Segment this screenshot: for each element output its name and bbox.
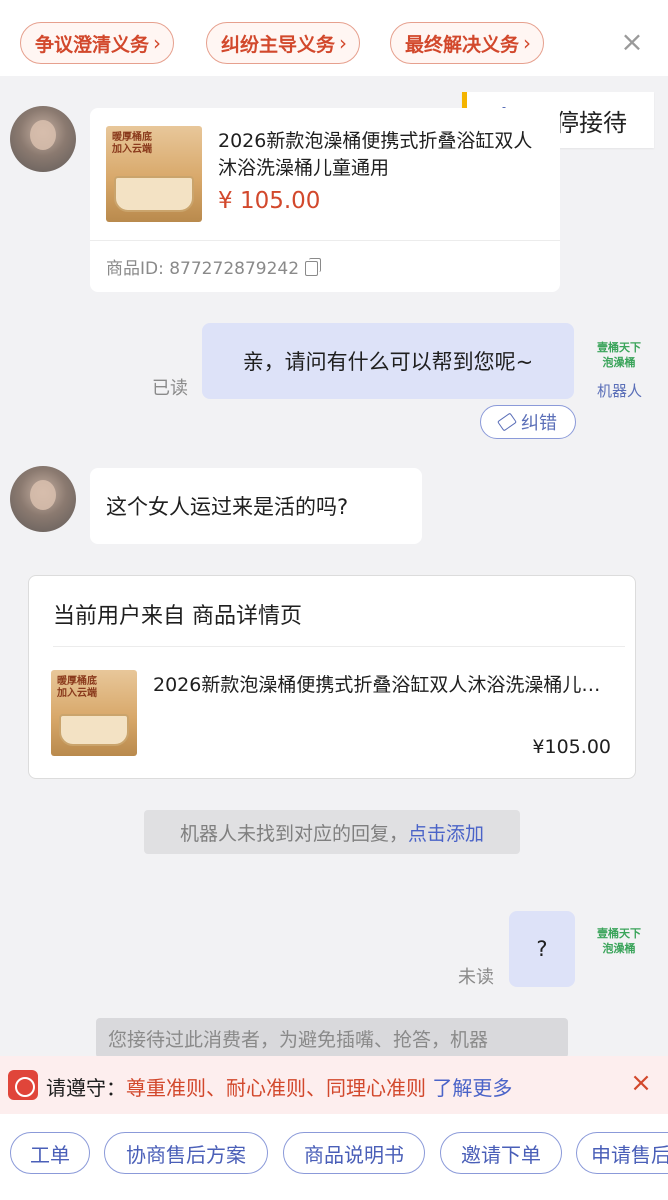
system-notice: 机器人未找到对应的回复， 点击添加 [144, 810, 520, 854]
chevron-right-icon: › [339, 31, 348, 55]
product-card-message[interactable]: 暖厚桶底 加入云端 2026新款泡澡桶便携式折叠浴缸双人沐浴洗澡桶儿童通用 ¥ … [90, 108, 560, 292]
rules-text: 请遵守：尊重准则、耐心准则、同理心准则 了解更多 [46, 1072, 512, 1101]
eraser-icon [497, 412, 517, 432]
shop-logo-icon: 壹桶天下 泡澡桶 [597, 341, 641, 369]
shop-logo-icon: 壹桶天下 泡澡桶 [597, 927, 641, 955]
shop-logo-icon [8, 1070, 38, 1100]
product-id-row: 商品ID: 877272879242 [106, 254, 322, 279]
divider [53, 646, 625, 647]
divider [90, 240, 560, 241]
duty-chips-bar: 争议澄清义务 › 纠纷主导义务 › 最终解决义务 › × [0, 0, 668, 76]
customer-message-bubble: 这个女人运过来是活的吗? [90, 468, 422, 544]
add-reply-link[interactable]: 点击添加 [408, 819, 484, 846]
source-product-title: 2026新款泡澡桶便携式折叠浴缸双人沐浴洗澡桶儿童通用 [153, 674, 613, 696]
duty-chip-dispute-clarify[interactable]: 争议澄清义务 › [20, 22, 175, 64]
copy-icon[interactable] [305, 258, 322, 276]
product-thumbnail: 暖厚桶底 加入云端 [51, 670, 137, 756]
thumbnail-caption: 暖厚桶底 加入云端 [57, 676, 97, 699]
policy-notice: 您接待过此消费者，为避免插嘴、抢答，机器 [96, 1018, 568, 1058]
correct-button[interactable]: 纠错 [480, 405, 576, 439]
agent-message-bubble: 亲，请问有什么可以帮到您呢~ [202, 323, 574, 399]
user-source-card[interactable]: 当前用户来自 商品详情页 暖厚桶底 加入云端 2026新款泡澡桶便携式折叠浴缸双… [28, 575, 636, 779]
agent-message-bubble: ? [509, 911, 575, 987]
quick-actions-bar: 工单 协商售后方案 商品说明书 邀请下单 申请售后 [0, 1114, 668, 1200]
action-product-manual[interactable]: 商品说明书 [283, 1132, 425, 1174]
chevron-right-icon: › [523, 31, 532, 55]
rules-list: 尊重准则、耐心准则、同理心准则 [126, 1076, 426, 1100]
close-icon[interactable]: × [628, 1068, 654, 1098]
chevron-right-icon: › [153, 31, 162, 55]
product-title: 2026新款泡澡桶便携式折叠浴缸双人沐浴洗澡桶儿童通用 [218, 130, 533, 179]
rules-prefix: 请遵守： [46, 1076, 126, 1100]
duty-chip-dispute-lead[interactable]: 纠纷主导义务 › [206, 22, 361, 64]
action-invite-order[interactable]: 邀请下单 [440, 1132, 562, 1174]
action-negotiate-aftersale[interactable]: 协商售后方案 [104, 1132, 268, 1174]
bot-label: 机器人 [597, 382, 643, 400]
thumbnail-caption: 暖厚桶底 加入云端 [112, 132, 152, 155]
learn-more-link[interactable]: 了解更多 [432, 1076, 512, 1100]
action-work-order[interactable]: 工单 [10, 1132, 90, 1174]
source-product-price: ¥105.00 [532, 736, 611, 758]
product-thumbnail: 暖厚桶底 加入云端 [106, 126, 202, 222]
duty-chip-label: 最终解决义务 [405, 33, 520, 56]
system-notice-text: 机器人未找到对应的回复， [179, 822, 408, 845]
read-status: 已读 [152, 378, 188, 399]
close-icon[interactable]: × [618, 26, 646, 58]
rules-bar: 请遵守：尊重准则、耐心准则、同理心准则 了解更多 × [0, 1056, 668, 1114]
customer-avatar[interactable] [10, 466, 76, 532]
duty-chip-final-resolve[interactable]: 最终解决义务 › [390, 22, 545, 64]
duty-chip-label: 争议澄清义务 [35, 33, 150, 56]
customer-avatar[interactable] [10, 106, 76, 172]
action-apply-aftersale[interactable]: 申请售后 [576, 1132, 668, 1174]
duty-chip-label: 纠纷主导义务 [221, 33, 336, 56]
source-heading: 当前用户来自 商品详情页 [53, 604, 302, 629]
correct-label: 纠错 [521, 413, 557, 434]
product-price: ¥ 105.00 [218, 188, 321, 214]
product-id: 商品ID: 877272879242 [106, 259, 300, 279]
unread-status: 未读 [458, 967, 494, 988]
